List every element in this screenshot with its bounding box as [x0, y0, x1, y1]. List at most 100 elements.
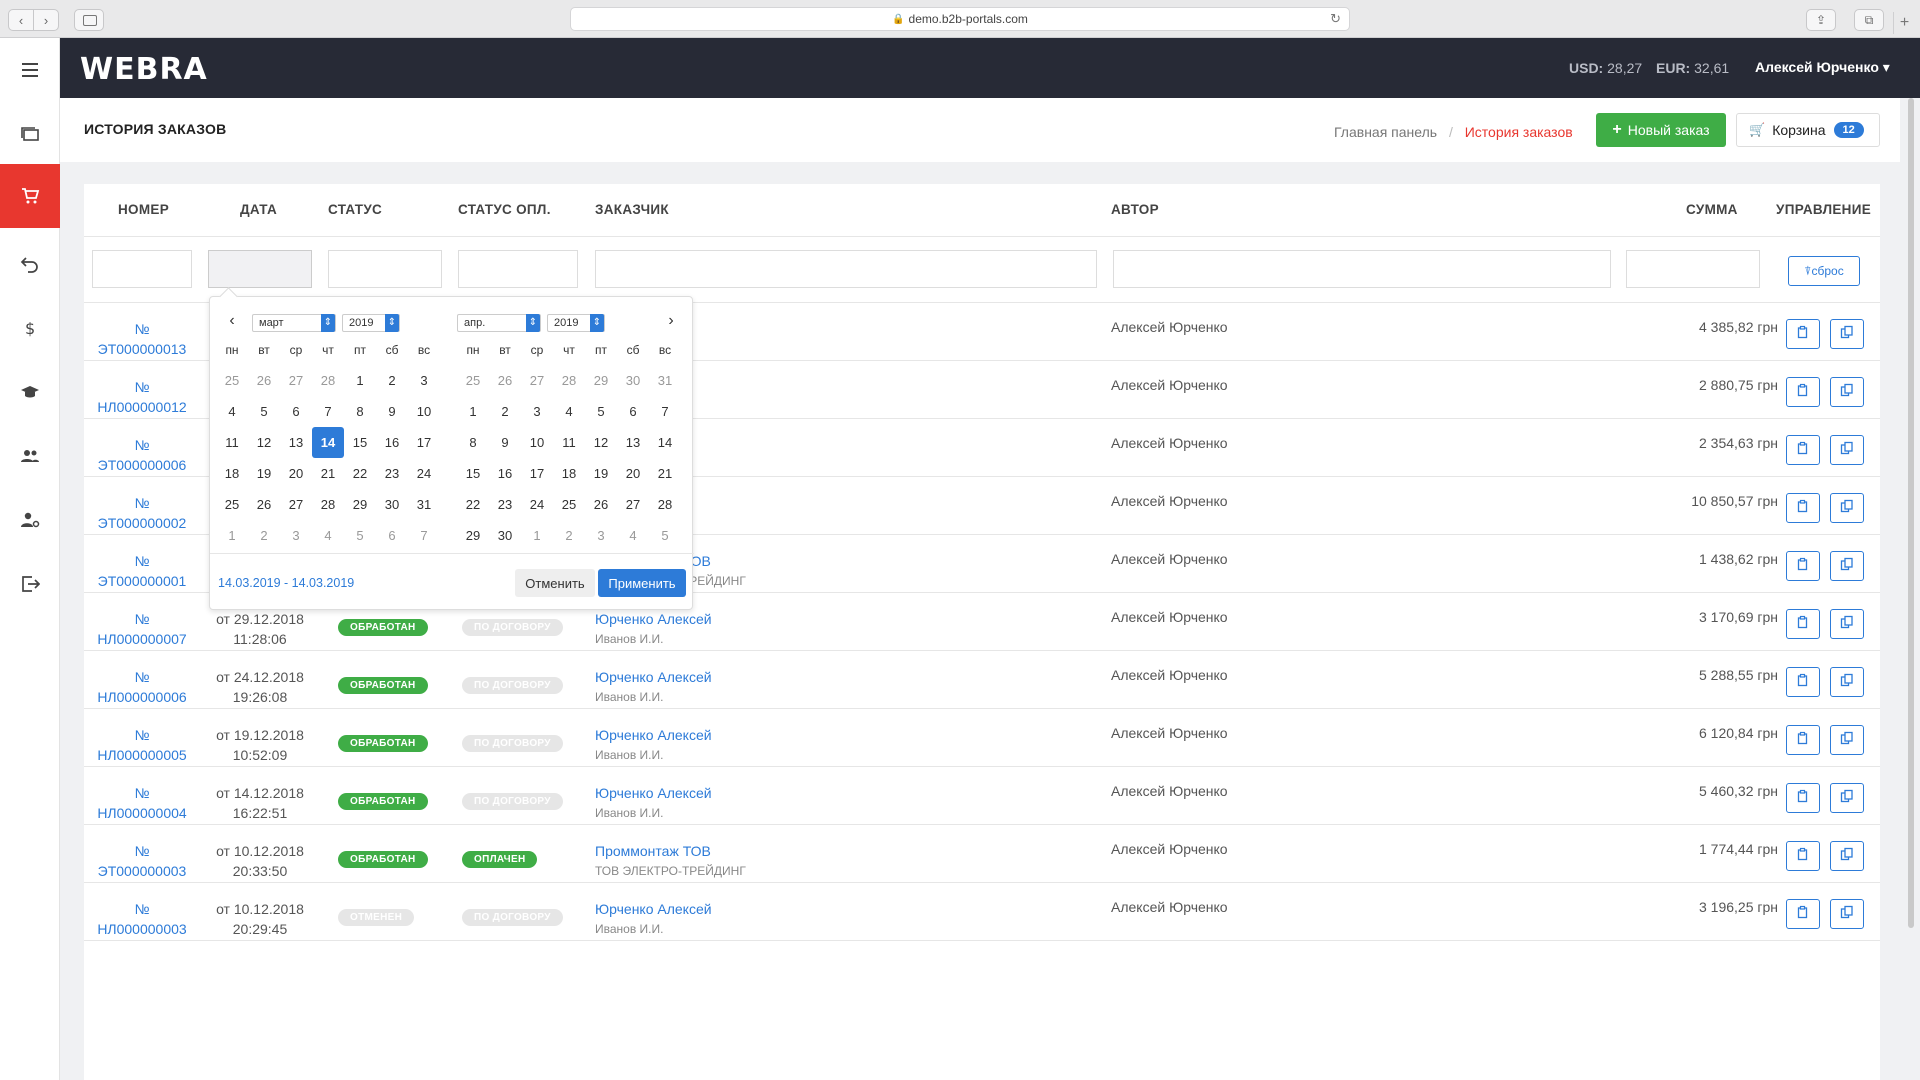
calendar-day[interactable]: 3 [585, 520, 617, 551]
calendar-day[interactable]: 6 [280, 396, 312, 427]
order-number[interactable]: № НЛ000000012 [84, 377, 200, 417]
calendar-day[interactable]: 27 [280, 365, 312, 396]
logout-icon[interactable] [0, 552, 60, 616]
calendar-day[interactable]: 19 [248, 458, 280, 489]
calendar-day[interactable]: 2 [489, 396, 521, 427]
calendar-day[interactable]: 15 [344, 427, 376, 458]
filter-number[interactable] [92, 250, 192, 288]
calendar-day[interactable]: 8 [344, 396, 376, 427]
calendar-day[interactable]: 20 [617, 458, 649, 489]
calendar-day[interactable]: 17 [408, 427, 440, 458]
calendar-day[interactable]: 2 [248, 520, 280, 551]
month-select-right[interactable]: апр. [457, 314, 541, 332]
calendar-day[interactable]: 2 [553, 520, 585, 551]
duplicate-order-button[interactable] [1830, 493, 1864, 523]
calendar-day[interactable]: 1 [216, 520, 248, 551]
copy-order-button[interactable] [1786, 841, 1820, 871]
calendar-day[interactable]: 14 [312, 427, 344, 458]
cart-button[interactable]: 🛒 Корзина 12 [1736, 113, 1880, 147]
order-number[interactable]: № НЛ000000007 [84, 609, 200, 649]
table-row[interactable]: № ЭТ000000003 от 10.12.2018 20:33:50 ОБРАБОТ… [84, 825, 1880, 883]
back-button[interactable]: ‹ [8, 9, 34, 31]
order-number[interactable]: № НЛ000000005 [84, 725, 200, 765]
table-row[interactable]: № НЛ000000003 от 10.12.2018 20:29:45 ОТМЕНЕН… [84, 883, 1880, 941]
calendar-day[interactable]: 9 [376, 396, 408, 427]
calendar-day[interactable]: 4 [617, 520, 649, 551]
user-menu[interactable]: Алексей Юрченко ▾ [1755, 59, 1890, 76]
apply-button[interactable]: Применить [598, 569, 686, 597]
calendar-day[interactable]: 19 [585, 458, 617, 489]
filter-client[interactable] [595, 250, 1097, 288]
filter-author[interactable] [1113, 250, 1611, 288]
prev-month-icon[interactable]: ‹ [222, 312, 242, 330]
month-select-left[interactable]: март [252, 314, 336, 332]
copy-order-button[interactable] [1786, 493, 1820, 523]
calendar-day[interactable]: 27 [521, 365, 553, 396]
page-scrollbar[interactable] [1908, 98, 1914, 928]
duplicate-order-button[interactable] [1830, 841, 1864, 871]
returns-icon[interactable] [0, 232, 60, 296]
filter-pay-status[interactable] [458, 250, 578, 288]
client-name[interactable]: Юрченко Алексей [595, 725, 712, 745]
calendar-day[interactable]: 28 [312, 365, 344, 396]
calendar-day[interactable]: 23 [489, 489, 521, 520]
order-number[interactable]: № ЭТ000000003 [84, 841, 200, 881]
table-row[interactable]: № НЛ000000006 от 24.12.2018 19:26:08 ОБРАБОТ… [84, 651, 1880, 709]
table-row[interactable]: № НЛ000000004 от 14.12.2018 16:22:51 ОБРАБОТ… [84, 767, 1880, 825]
copy-order-button[interactable] [1786, 725, 1820, 755]
calendar-day[interactable]: 21 [649, 458, 681, 489]
copy-order-button[interactable] [1786, 377, 1820, 407]
col-sum[interactable]: СУММА [1686, 202, 1738, 217]
webra-logo[interactable]: WEBRA [80, 52, 208, 87]
calendar-day[interactable]: 18 [553, 458, 585, 489]
calendar-day[interactable]: 30 [489, 520, 521, 551]
cart-orders-icon[interactable] [0, 164, 60, 228]
new-tab-button[interactable]: + [1893, 12, 1915, 34]
calendar-day[interactable]: 24 [408, 458, 440, 489]
calendar-day[interactable]: 25 [216, 365, 248, 396]
order-number[interactable]: № НЛ000000003 [84, 899, 200, 939]
calendar-day[interactable]: 26 [248, 365, 280, 396]
calendar-day[interactable]: 3 [280, 520, 312, 551]
copy-order-button[interactable] [1786, 899, 1820, 929]
filter-date[interactable] [208, 250, 312, 288]
calendar-day[interactable]: 28 [312, 489, 344, 520]
calendar-day[interactable]: 7 [312, 396, 344, 427]
cancel-button[interactable]: Отменить [515, 569, 595, 597]
calendar-day[interactable]: 5 [649, 520, 681, 551]
calendar-day[interactable]: 29 [457, 520, 489, 551]
calendar-day[interactable]: 10 [521, 427, 553, 458]
calendar-day[interactable]: 4 [312, 520, 344, 551]
calendar-day[interactable]: 21 [312, 458, 344, 489]
order-number[interactable]: № ЭТ000000013 [84, 319, 200, 359]
calendar-day[interactable]: 23 [376, 458, 408, 489]
calendar-day[interactable]: 9 [489, 427, 521, 458]
order-number[interactable]: № ЭТ000000002 [84, 493, 200, 533]
calendar-day[interactable]: 24 [521, 489, 553, 520]
calendar-day[interactable]: 4 [553, 396, 585, 427]
new-order-button[interactable]: + Новый заказ [1596, 113, 1726, 147]
reload-icon[interactable]: ↻ [1330, 11, 1341, 27]
copy-order-button[interactable] [1786, 551, 1820, 581]
address-bar[interactable]: 🔒 demo.b2b-portals.com ↻ [570, 7, 1350, 31]
duplicate-order-button[interactable] [1830, 319, 1864, 349]
filter-status[interactable] [328, 250, 442, 288]
duplicate-order-button[interactable] [1830, 783, 1864, 813]
calendar-day[interactable]: 5 [585, 396, 617, 427]
duplicate-order-button[interactable] [1830, 551, 1864, 581]
calendar-day[interactable]: 27 [617, 489, 649, 520]
calendar-day[interactable]: 4 [216, 396, 248, 427]
calendar-day[interactable]: 8 [457, 427, 489, 458]
calendar-day[interactable]: 26 [489, 365, 521, 396]
menu-icon[interactable] [0, 38, 60, 102]
breadcrumb-home[interactable]: Главная панель [1334, 124, 1437, 140]
calendar-day[interactable]: 11 [216, 427, 248, 458]
calendar-day[interactable]: 29 [585, 365, 617, 396]
calendar-day[interactable]: 29 [344, 489, 376, 520]
filter-sum[interactable] [1626, 250, 1760, 288]
copy-order-button[interactable] [1786, 319, 1820, 349]
calendar-day[interactable]: 13 [617, 427, 649, 458]
calendar-day[interactable]: 22 [344, 458, 376, 489]
calendar-day[interactable]: 27 [280, 489, 312, 520]
calendar-day[interactable]: 25 [553, 489, 585, 520]
